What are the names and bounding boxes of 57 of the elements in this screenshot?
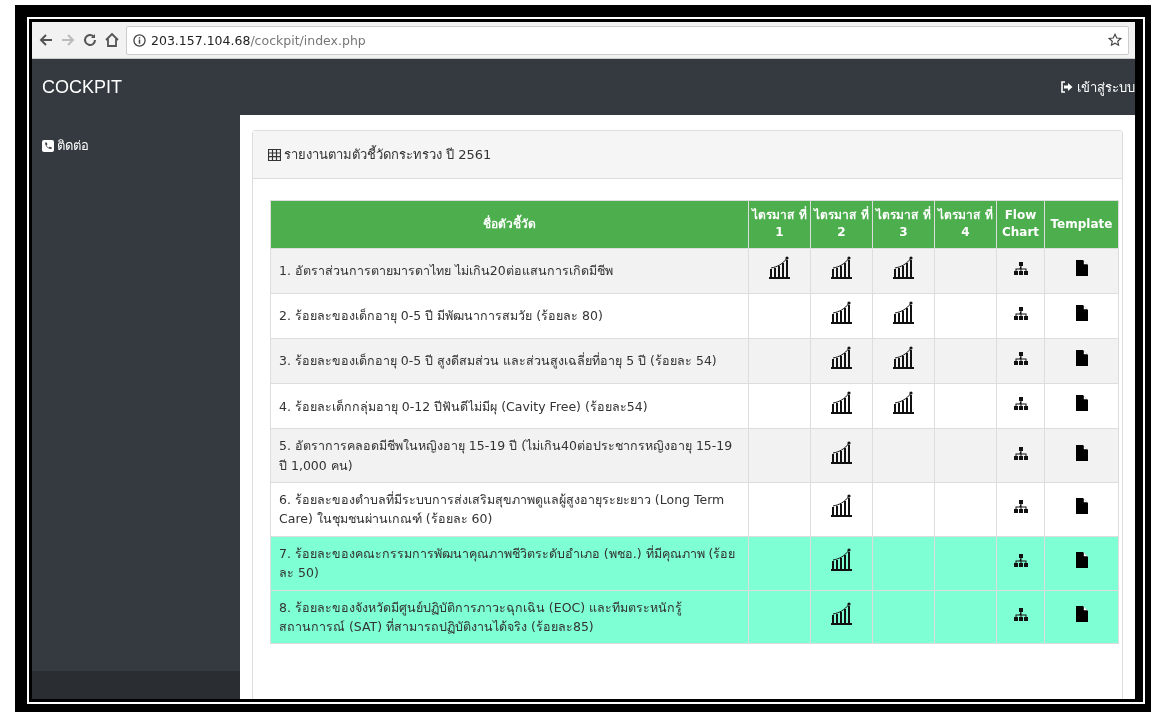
column-header: Flow Chart <box>996 200 1045 249</box>
bar-chart-icon[interactable] <box>831 601 852 626</box>
sitemap-icon[interactable] <box>1013 554 1028 568</box>
file-icon[interactable] <box>1075 304 1088 321</box>
sitemap-icon[interactable] <box>1013 446 1028 460</box>
table-icon <box>268 148 281 161</box>
panel-title: รายงานตามตัวชี้วัดกระทรวง ปี 2561 <box>284 144 492 164</box>
bar-chart-icon[interactable] <box>893 300 914 325</box>
bar-chart-icon[interactable] <box>831 346 852 371</box>
sitemap-icon[interactable] <box>1013 352 1028 366</box>
indicator-cell: 4. ร้อยละเด็กกลุ่มอายุ 0-12 ปีฟันดีไม่มีผุ (Cavity Free) (ร้อยละ54) <box>270 383 749 429</box>
address-bar[interactable]: 203.157.104.68/cockpit/index.php <box>126 25 1129 55</box>
bar-chart-icon[interactable] <box>893 255 914 280</box>
brand-title[interactable]: COCKPIT <box>42 76 122 98</box>
bar-chart-icon[interactable] <box>831 391 852 416</box>
file-icon[interactable] <box>1075 350 1088 367</box>
back-icon[interactable] <box>38 32 54 48</box>
bar-chart-icon[interactable] <box>769 255 790 280</box>
file-icon[interactable] <box>1075 395 1088 412</box>
indicator-cell: 8. ร้อยละของจังหวัดมีศูนย์ปฏิบัติการภาวะฉุกเฉิน (EOC) และทีมตระหนักรู้สถานการณ์ (SAT) ที่สามารถปฏิบัติงานได้จริง (ร้อยละ85) <box>270 590 749 644</box>
phone-icon <box>42 139 54 152</box>
file-icon[interactable] <box>1075 498 1088 515</box>
bar-chart-icon[interactable] <box>893 391 914 416</box>
indicator-cell: 2. ร้อยละของเด็กอายุ 0-5 ปี มีพัฒนาการสมวัย (ร้อยละ 80) <box>270 293 749 339</box>
column-header: ไตรมาส ที่ 1 <box>748 200 811 249</box>
reload-icon[interactable] <box>82 32 98 48</box>
star-icon[interactable] <box>1108 33 1122 47</box>
column-header: ไตรมาส ที่ 2 <box>810 200 873 249</box>
column-header: ไตรมาส ที่ 3 <box>872 200 935 249</box>
bar-chart-icon[interactable] <box>831 255 852 280</box>
column-header: ไตรมาส ที่ 4 <box>934 200 997 249</box>
indicator-cell: 5. อัตราการคลอดมีชีพในหญิงอายุ 15-19 ปี (ไม่เกิน40ต่อประชากรหญิงอายุ 15-19 ปี 1,000 คน) <box>270 428 749 483</box>
indicator-cell: 1. อัตราส่วนการตายมารดาไทย ไม่เกิน20ต่อแสนการเกิดมีชีพ <box>270 248 749 294</box>
info-icon <box>133 33 146 47</box>
indicator-cell: 6. ร้อยละของตำบลที่มีระบบการส่งเสริมสุขภาพดูแลผู้สูงอายุระยะยาว (Long Term Care) ในชุมชนผ่านเกณฑ์ (ร้อยละ 60) <box>270 482 749 537</box>
indicator-cell: 3. ร้อยละของเด็กอายุ 0-5 ปี สูงดีสมส่วน และส่วนสูงเฉลี่ยที่อายุ 5 ปี (ร้อยละ 54) <box>270 338 749 384</box>
login-link[interactable]: เข้าสู่ระบบ <box>1060 76 1135 98</box>
file-icon[interactable] <box>1075 444 1088 461</box>
sign-in-icon <box>1060 81 1073 93</box>
sitemap-icon[interactable] <box>1013 500 1028 514</box>
sitemap-icon[interactable] <box>1013 607 1028 621</box>
sitemap-icon[interactable] <box>1013 306 1028 320</box>
file-icon[interactable] <box>1075 605 1088 622</box>
indicator-cell: 7. ร้อยละของคณะกรรมการพัฒนาคุณภาพชีวิตระดับอำเภอ (พชอ.) ที่มีคุณภาพ (ร้อยละ 50) <box>270 536 749 591</box>
bar-chart-icon[interactable] <box>831 494 852 519</box>
bar-chart-icon[interactable] <box>831 440 852 465</box>
bar-chart-icon[interactable] <box>831 548 852 573</box>
home-icon[interactable] <box>104 32 120 48</box>
file-icon[interactable] <box>1075 259 1088 276</box>
sitemap-icon[interactable] <box>1013 397 1028 411</box>
column-header: ชื่อตัวชี้วัด <box>270 200 749 249</box>
bar-chart-icon[interactable] <box>893 346 914 371</box>
sidebar-item[interactable]: ติดต่อ <box>42 135 230 156</box>
sitemap-icon[interactable] <box>1013 261 1028 275</box>
column-header: Template <box>1044 200 1119 249</box>
file-icon[interactable] <box>1075 552 1088 569</box>
bar-chart-icon[interactable] <box>831 300 852 325</box>
